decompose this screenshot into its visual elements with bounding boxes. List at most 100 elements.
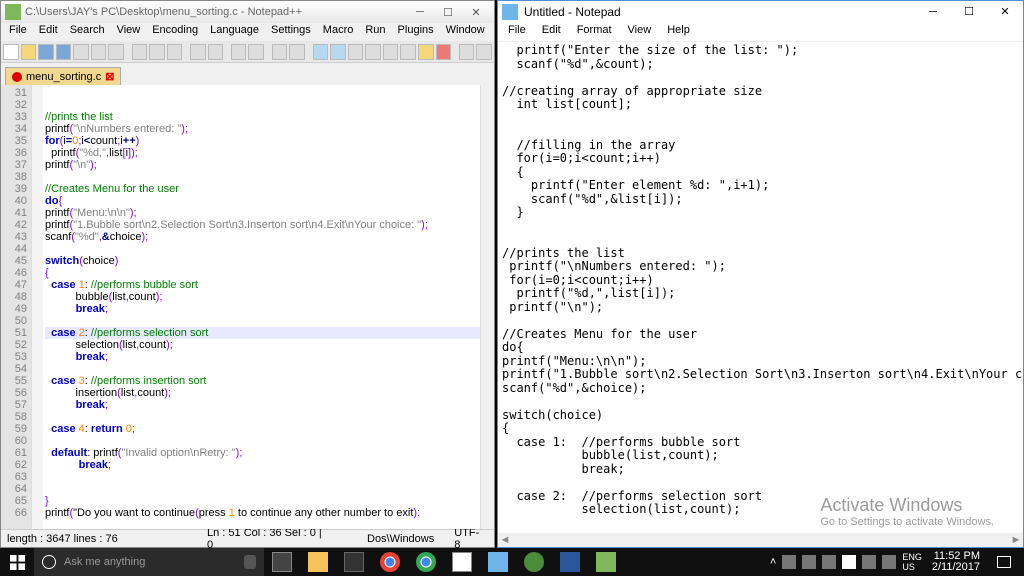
npp-toolbar xyxy=(1,41,494,63)
search-box[interactable]: Ask me anything xyxy=(34,548,264,576)
menu-view[interactable]: View xyxy=(620,23,660,41)
tab-close-icon[interactable]: ⊠ xyxy=(105,70,114,83)
onedrive-icon[interactable] xyxy=(802,555,816,569)
copy-icon[interactable] xyxy=(149,44,165,60)
search-placeholder: Ask me anything xyxy=(64,556,145,568)
clock[interactable]: 11:52 PM 2/11/2017 xyxy=(928,551,984,573)
close-all-icon[interactable] xyxy=(91,44,107,60)
code-area[interactable]: //prints the listprintf("\nNumbers enter… xyxy=(43,85,494,529)
close-file-icon[interactable] xyxy=(73,44,89,60)
app-button-2[interactable] xyxy=(516,548,552,576)
zoom-in-icon[interactable] xyxy=(272,44,288,60)
wordwrap-icon[interactable] xyxy=(313,44,329,60)
menu-format[interactable]: Format xyxy=(569,23,620,41)
zoom-out-icon[interactable] xyxy=(289,44,305,60)
line-gutter: 3132333435363738394041424344454647484950… xyxy=(1,85,31,529)
save-all-icon[interactable] xyxy=(56,44,72,60)
maximize-button[interactable]: ☐ xyxy=(434,6,462,19)
undo-icon[interactable] xyxy=(190,44,206,60)
np-text-area[interactable]: printf("Enter the size of the list: "); … xyxy=(498,42,1023,547)
windows-logo-icon xyxy=(10,555,25,570)
status-length: length : 3647 lines : 76 xyxy=(7,533,187,545)
folder-icon[interactable] xyxy=(418,44,434,60)
taskview-button[interactable] xyxy=(264,548,300,576)
npp-editor[interactable]: 3132333435363738394041424344454647484950… xyxy=(1,85,494,529)
menu-file[interactable]: File xyxy=(3,23,33,41)
tray-chevron-icon[interactable]: ˄ xyxy=(770,556,776,568)
find-icon[interactable] xyxy=(231,44,247,60)
menu-language[interactable]: Language xyxy=(204,23,265,41)
menu-edit[interactable]: Edit xyxy=(33,23,64,41)
redo-icon[interactable] xyxy=(208,44,224,60)
menu-file[interactable]: File xyxy=(500,23,534,41)
action-center-button[interactable] xyxy=(990,548,1018,576)
scroll-right-icon[interactable]: ► xyxy=(1009,534,1023,547)
battery-icon[interactable] xyxy=(842,555,856,569)
menu-search[interactable]: Search xyxy=(64,23,111,41)
np-titlebar[interactable]: Untitled - Notepad ─ ☐ ✕ xyxy=(498,1,1023,23)
menu-edit[interactable]: Edit xyxy=(534,23,569,41)
menu-macro[interactable]: Macro xyxy=(317,23,360,41)
status-encoding: UTF-8 xyxy=(454,527,479,551)
npp-menubar: File Edit Search View Encoding Language … xyxy=(1,23,494,41)
defender-icon[interactable] xyxy=(822,555,836,569)
maximize-button[interactable]: ☐ xyxy=(951,1,987,23)
replace-icon[interactable] xyxy=(248,44,264,60)
chrome-button-2[interactable] xyxy=(408,548,444,576)
close-button[interactable]: ✕ xyxy=(987,1,1023,23)
show-all-chars-icon[interactable] xyxy=(330,44,346,60)
unsaved-dot-icon xyxy=(12,72,22,82)
cut-icon[interactable] xyxy=(132,44,148,60)
clock-date: 2/11/2017 xyxy=(932,562,980,573)
paste-icon[interactable] xyxy=(167,44,183,60)
doc-map-icon[interactable] xyxy=(383,44,399,60)
menu-help[interactable]: Help xyxy=(659,23,698,41)
chrome-button[interactable] xyxy=(372,548,408,576)
status-eol: Dos\Windows xyxy=(367,533,434,545)
close-button[interactable]: ✕ xyxy=(462,6,490,19)
menu-plugins[interactable]: Plugins xyxy=(392,23,440,41)
npp-tabbar: menu_sorting.c ⊠ xyxy=(1,63,494,85)
hscrollbar[interactable]: ◄ ► xyxy=(498,533,1023,547)
wifi-icon[interactable] xyxy=(862,555,876,569)
npp-title: C:\Users\JAY's PC\Desktop\menu_sorting.c… xyxy=(25,6,406,18)
func-list-icon[interactable] xyxy=(400,44,416,60)
new-file-icon[interactable] xyxy=(3,44,19,60)
tab-label: menu_sorting.c xyxy=(26,71,101,83)
cortana-icon xyxy=(42,555,56,569)
minimize-button[interactable]: ─ xyxy=(406,6,434,18)
start-button[interactable] xyxy=(0,548,34,576)
monitor-icon[interactable] xyxy=(436,44,452,60)
npp-app-icon xyxy=(5,4,21,20)
microphone-icon[interactable] xyxy=(244,555,256,569)
fold-gutter[interactable] xyxy=(31,85,43,529)
play-macro-icon[interactable] xyxy=(476,44,492,60)
word-button[interactable] xyxy=(552,548,588,576)
scroll-left-icon[interactable]: ◄ xyxy=(498,534,512,547)
indent-guide-icon[interactable] xyxy=(348,44,364,60)
menu-window[interactable]: Window xyxy=(440,23,491,41)
tab-menu-sorting[interactable]: menu_sorting.c ⊠ xyxy=(5,67,121,85)
store-button[interactable] xyxy=(336,548,372,576)
npp-taskbar-button[interactable] xyxy=(588,548,624,576)
npp-titlebar[interactable]: C:\Users\JAY's PC\Desktop\menu_sorting.c… xyxy=(1,1,494,23)
minimize-button[interactable]: ─ xyxy=(915,1,951,23)
app-button[interactable] xyxy=(444,548,480,576)
notepad-taskbar-button[interactable] xyxy=(480,548,516,576)
menu-view[interactable]: View xyxy=(111,23,147,41)
menu-run[interactable]: Run xyxy=(359,23,391,41)
udl-icon[interactable] xyxy=(365,44,381,60)
volume-icon[interactable] xyxy=(882,555,896,569)
print-icon[interactable] xyxy=(108,44,124,60)
menu-encoding[interactable]: Encoding xyxy=(146,23,204,41)
open-file-icon[interactable] xyxy=(21,44,37,60)
vscrollbar[interactable] xyxy=(480,85,494,529)
taskbar-apps xyxy=(264,548,624,576)
input-lang[interactable]: ENGUS xyxy=(902,552,922,572)
tray-icon[interactable] xyxy=(782,555,796,569)
np-title: Untitled - Notepad xyxy=(524,5,915,19)
record-macro-icon[interactable] xyxy=(459,44,475,60)
save-icon[interactable] xyxy=(38,44,54,60)
menu-settings[interactable]: Settings xyxy=(265,23,317,41)
file-explorer-button[interactable] xyxy=(300,548,336,576)
